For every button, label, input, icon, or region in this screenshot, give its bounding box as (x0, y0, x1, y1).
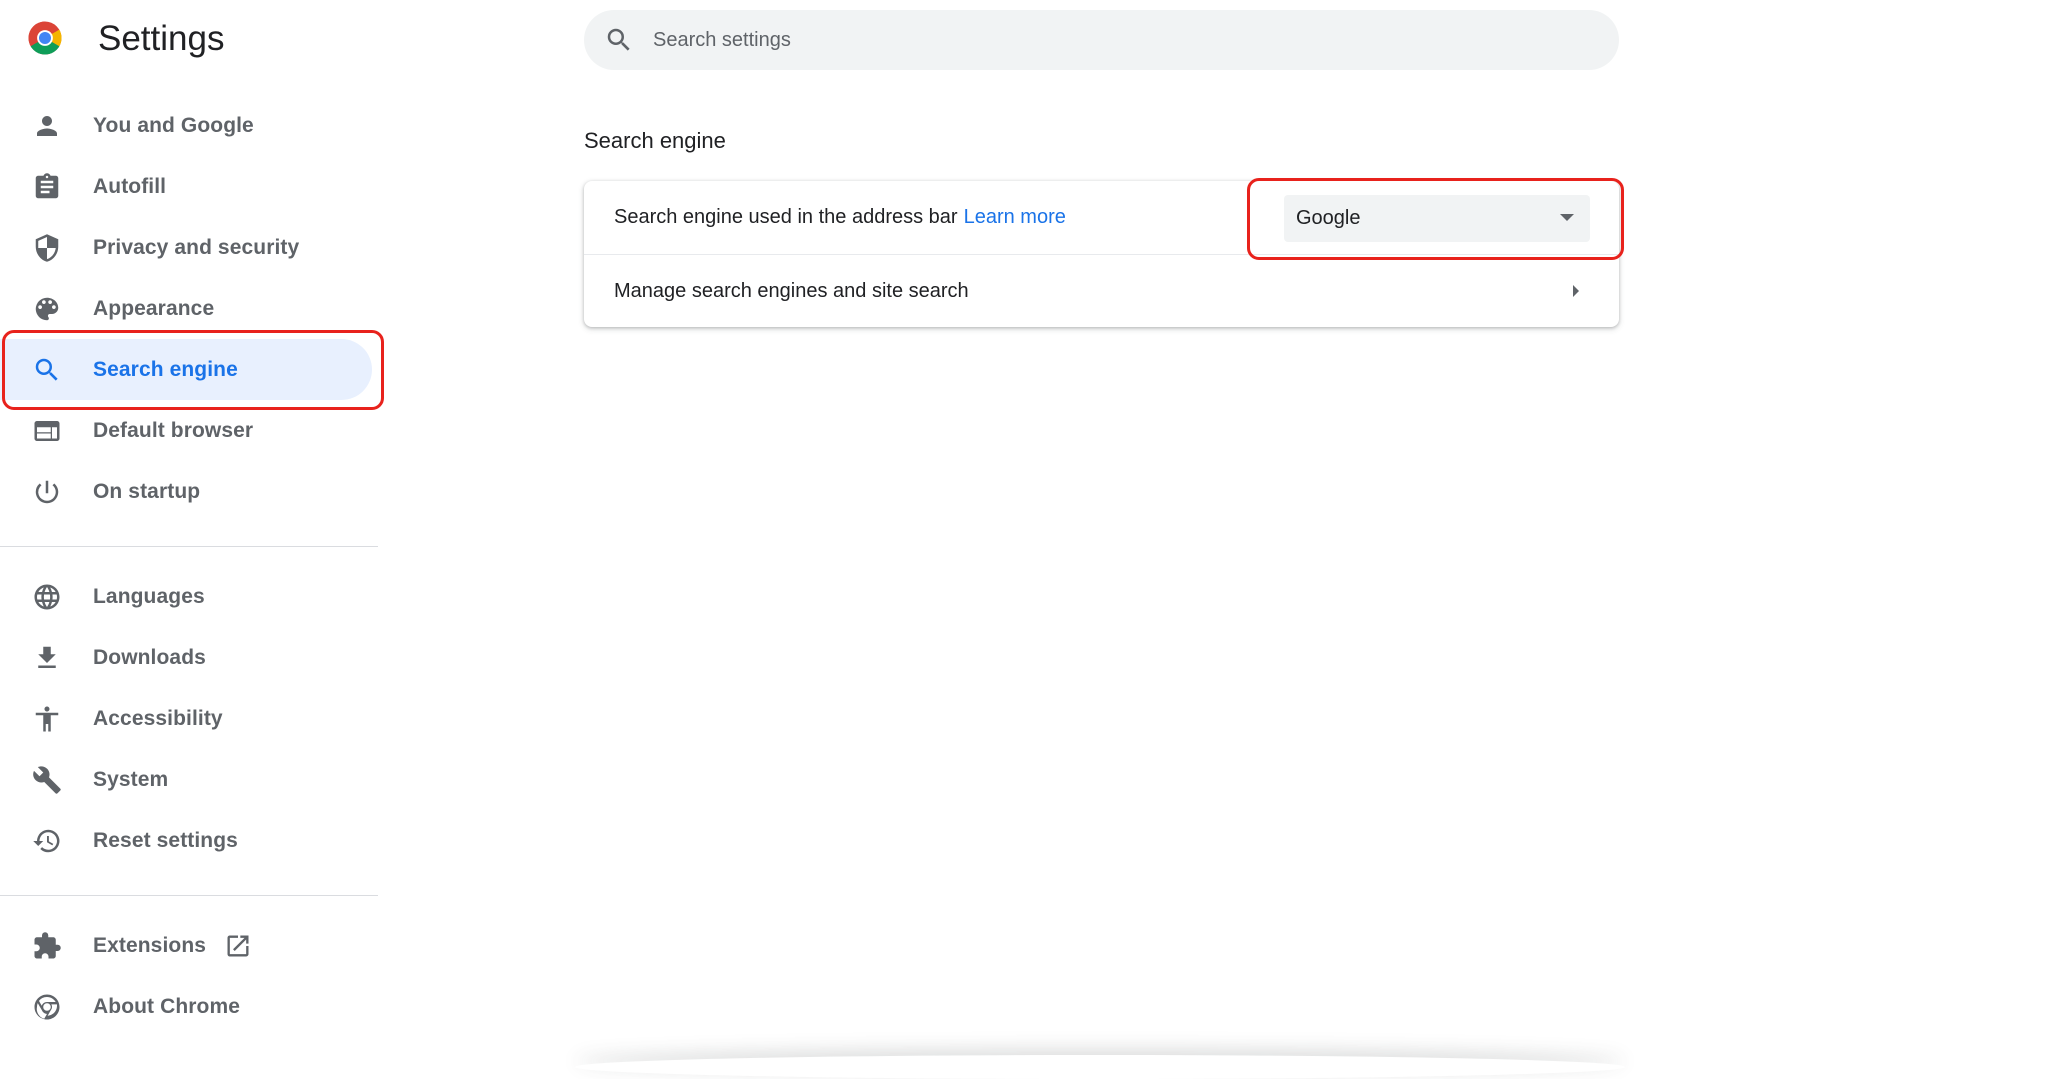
browser-window-icon (32, 416, 62, 446)
page-title: Settings (98, 19, 225, 58)
search-icon (604, 25, 634, 55)
sidebar-item-extensions[interactable]: Extensions (0, 915, 372, 976)
manage-search-engines-label: Manage search engines and site search (614, 279, 969, 302)
learn-more-link[interactable]: Learn more (964, 206, 1066, 228)
sidebar-nav: You and Google Autofill Privacy and secu… (0, 95, 380, 1037)
row-label-text: Search engine used in the address bar (614, 206, 958, 228)
search-engine-select[interactable]: Google (1284, 195, 1590, 242)
dropdown-arrow-icon (1560, 214, 1574, 221)
globe-icon (32, 582, 62, 612)
address-bar-engine-row: Search engine used in the address bar Lea… (584, 181, 1619, 255)
sidebar-item-label: About Chrome (93, 994, 241, 1018)
sidebar-item-autofill[interactable]: Autofill (0, 156, 372, 217)
power-icon (32, 477, 62, 507)
sidebar-item-reset-settings[interactable]: Reset settings (0, 810, 372, 871)
manage-search-engines-row[interactable]: Manage search engines and site search (584, 255, 1619, 327)
sidebar-item-appearance[interactable]: Appearance (0, 278, 372, 339)
sidebar-item-label: Reset settings (93, 828, 238, 852)
sidebar-item-label: Downloads (93, 645, 206, 669)
sidebar-item-default-browser[interactable]: Default browser (0, 400, 372, 461)
sidebar-item-label: You and Google (93, 113, 254, 137)
sidebar-item-label: Search engine (93, 357, 238, 381)
clipboard-icon (32, 172, 62, 202)
puzzle-icon (32, 931, 62, 961)
search-input[interactable] (651, 10, 1551, 70)
person-icon (32, 111, 62, 141)
sidebar-item-label: Privacy and security (93, 235, 300, 259)
sidebar-item-languages[interactable]: Languages (0, 566, 372, 627)
sidebar-item-privacy-and-security[interactable]: Privacy and security (0, 217, 372, 278)
open-in-new-icon (224, 932, 252, 960)
sidebar-item-label: Autofill (93, 174, 167, 198)
download-icon (32, 643, 62, 673)
chrome-icon (32, 992, 62, 1022)
palette-icon (32, 294, 62, 324)
sidebar-item-label: Default browser (93, 418, 254, 442)
sidebar-item-label: On startup (93, 479, 201, 503)
search-bar[interactable] (584, 10, 1619, 70)
sidebar-item-label: Languages (93, 584, 205, 608)
selected-engine-value: Google (1296, 207, 1361, 229)
sidebar-item-label: Appearance (93, 296, 215, 320)
shield-icon (32, 233, 62, 263)
sidebar-item-label: Accessibility (93, 706, 223, 730)
chrome-logo-icon (27, 20, 63, 56)
sidebar-item-on-startup[interactable]: On startup (0, 461, 372, 522)
search-icon (32, 355, 62, 385)
sidebar-item-label: System (93, 767, 169, 791)
sidebar-item-you-and-google[interactable]: You and Google (0, 95, 372, 156)
sidebar-item-downloads[interactable]: Downloads (0, 627, 372, 688)
history-icon (32, 826, 62, 856)
section-title: Search engine (584, 128, 726, 153)
sidebar-item-label: Extensions (93, 933, 207, 957)
wrench-icon (32, 765, 62, 795)
sidebar-item-accessibility[interactable]: Accessibility (0, 688, 372, 749)
chevron-right-icon (1573, 285, 1579, 297)
next-card-shadow (575, 1055, 1625, 1079)
sidebar-divider (0, 546, 378, 547)
sidebar-item-about-chrome[interactable]: About Chrome (0, 976, 372, 1037)
sidebar-item-system[interactable]: System (0, 749, 372, 810)
sidebar-item-search-engine[interactable]: Search engine (0, 339, 372, 400)
search-engine-card: Search engine used in the address bar Lea… (584, 181, 1619, 327)
sidebar-divider (0, 895, 378, 896)
address-bar-engine-label: Search engine used in the address bar Lea… (614, 206, 1066, 229)
accessibility-icon (32, 704, 62, 734)
